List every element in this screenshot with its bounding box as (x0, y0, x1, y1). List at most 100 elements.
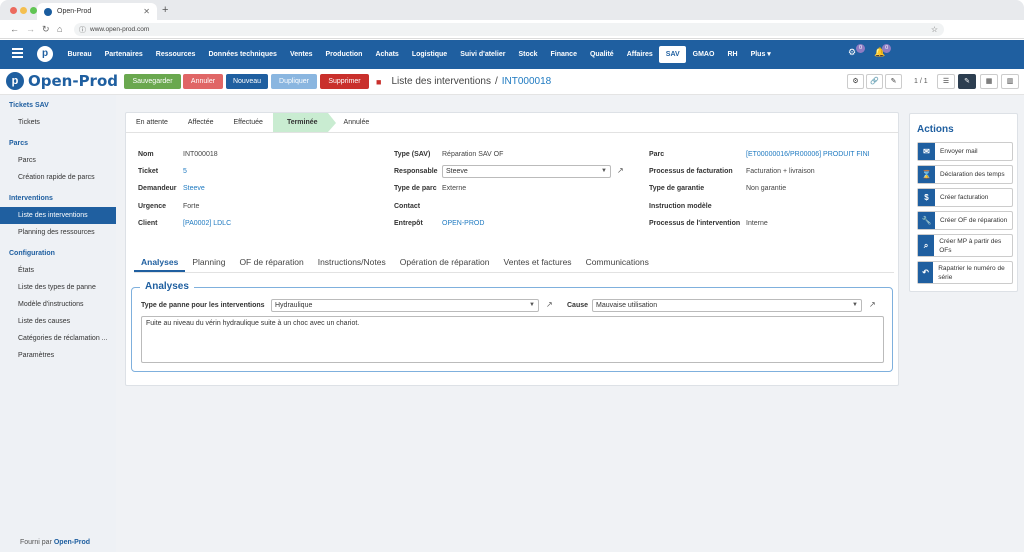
sidebar-item-etats[interactable]: États (0, 262, 116, 279)
tab-analyses[interactable]: Analyses (134, 253, 186, 272)
pdf-icon[interactable]: ■ (376, 77, 381, 87)
notification-bell-icon[interactable]: 🔔 0 (874, 44, 892, 58)
menu-item-logistique[interactable]: Logistique (405, 46, 453, 63)
status-stage-en-attente[interactable]: En attente (126, 113, 178, 132)
delete-button[interactable]: Supprimer (320, 74, 369, 89)
tab-operation-de-reparation[interactable]: Opération de réparation (393, 253, 497, 272)
sidebar-item-liste-des-types-de-panne[interactable]: Liste des types de panne (0, 279, 116, 296)
menu-item-stock[interactable]: Stock (512, 46, 544, 63)
tab-instructions-notes[interactable]: Instructions/Notes (311, 253, 393, 272)
close-tab-icon[interactable]: ✕ (143, 7, 150, 16)
field-value-parc[interactable]: [ET00000016/PR00006] PRODUIT FINI (746, 151, 870, 158)
sidebar-item-creation-rapide-de-parcs[interactable]: Création rapide de parcs (0, 169, 116, 186)
menu-item-partenaires[interactable]: Partenaires (98, 46, 149, 63)
panne-type-select[interactable]: Hydraulique ▼ (271, 299, 539, 312)
sidebar-item-tickets[interactable]: Tickets (0, 114, 116, 131)
action-creer-mp-a-partir-des-ofs[interactable]: ⌕ Créer MP à partir des OFs (917, 234, 1013, 257)
menu-item-production[interactable]: Production (319, 46, 369, 63)
menu-item-bureau[interactable]: Bureau (61, 46, 98, 63)
company-logo: p Open-Prod (6, 72, 118, 90)
field-label-contact: Contact (394, 203, 421, 210)
magic-wand-icon[interactable]: ✎ (885, 74, 902, 89)
external-link-icon[interactable]: ↗ (617, 166, 624, 175)
field-value-client[interactable]: [PA0002] LDLC (183, 220, 231, 227)
menu-item-ressources[interactable]: Ressources (149, 46, 202, 63)
home-icon[interactable]: ⌂ (57, 24, 62, 34)
status-stage-affectee[interactable]: Affectée (178, 113, 224, 132)
back-icon[interactable]: ← (10, 24, 19, 34)
action-declaration-des-temps[interactable]: ⌛ Déclaration des temps (917, 165, 1013, 184)
menu-item-suivi-d-atelier[interactable]: Suivi d'atelier (454, 46, 512, 63)
hamburger-menu-icon[interactable] (12, 48, 23, 58)
menu-item-ventes[interactable]: Ventes (283, 46, 319, 63)
sidebar-item-liste-des-interventions[interactable]: Liste des interventions (0, 207, 116, 224)
menu-item-rh[interactable]: RH (721, 46, 744, 63)
form-view-icon[interactable]: ✎ (958, 74, 976, 89)
minimize-window-dot[interactable] (20, 7, 27, 14)
cause-value: Mauvaise utilisation (596, 302, 658, 309)
field-label-entrepot: Entrepôt (394, 220, 423, 227)
attachment-icon[interactable]: 🔗 (866, 74, 883, 89)
menu-item-sav[interactable]: SAV (659, 46, 687, 63)
tab-planning[interactable]: Planning (185, 253, 232, 272)
forward-icon[interactable]: → (26, 24, 35, 34)
action-label: Créer OF de réparation (940, 217, 1008, 224)
tab-of-de-reparation[interactable]: OF de réparation (232, 253, 310, 272)
site-info-icon[interactable]: ⓘ (79, 25, 86, 35)
app-logo-icon[interactable]: p (37, 46, 53, 62)
save-button[interactable]: Sauvegarder (124, 74, 181, 89)
sidebar-item-parcs[interactable]: Parcs (0, 152, 116, 169)
reload-icon[interactable]: ↻ (42, 24, 50, 35)
external-link-icon[interactable]: ↗ (546, 300, 553, 309)
tab-communications[interactable]: Communications (579, 253, 656, 272)
field-value-entrepot[interactable]: OPEN-PROD (442, 220, 484, 227)
external-link-icon[interactable]: ↗ (869, 300, 876, 309)
action-rapatrier-le-numero-de-serie[interactable]: ↶ Rapatrier le numéro de série (917, 261, 1013, 284)
menu-item-finance[interactable]: Finance (544, 46, 583, 63)
new-tab-icon[interactable]: + (162, 4, 168, 16)
field-label-type-sav: Type (SAV) (394, 151, 431, 158)
close-window-dot[interactable] (10, 7, 17, 14)
cause-select[interactable]: Mauvaise utilisation ▼ (592, 299, 862, 312)
calendar-view-icon[interactable]: ▦ (980, 74, 998, 89)
field-value-demandeur[interactable]: Steeve (183, 185, 205, 192)
breadcrumb-parent[interactable]: Liste des interventions (391, 76, 491, 87)
new-button[interactable]: Nouveau (226, 74, 268, 89)
maximize-window-dot[interactable] (30, 7, 37, 14)
menu-item-donnees-techniques[interactable]: Données techniques (202, 46, 283, 63)
browser-tab[interactable]: Open-Prod ✕ (37, 3, 157, 20)
activity-icon[interactable]: ⚙ 0 (848, 44, 866, 58)
action-creer-facturation[interactable]: $ Créer facturation (917, 188, 1013, 207)
menu-item-qualite[interactable]: Qualité (583, 46, 620, 63)
action-creer-of-de-reparation[interactable]: 🔧 Créer OF de réparation (917, 211, 1013, 230)
menu-item-affaires[interactable]: Affaires (620, 46, 659, 63)
settings-gear-icon[interactable]: ⚙ (847, 74, 864, 89)
action-label: Créer MP à partir des OFs (939, 237, 1002, 254)
pager-value[interactable]: 1 / 1 (914, 78, 928, 85)
menu-item-gmao[interactable]: GMAO (686, 46, 721, 63)
field-value-processus-de-l-intervention: Interne (746, 220, 768, 227)
tab-ventes-et-factures[interactable]: Ventes et factures (497, 253, 579, 272)
sidebar-item-planning-des-ressources[interactable]: Planning des ressources (0, 224, 116, 241)
action-envoyer-mail[interactable]: ✉ Envoyer mail (917, 142, 1013, 161)
duplicate-button[interactable]: Dupliquer (271, 74, 317, 89)
search-icon: ⌕ (918, 235, 935, 256)
responsable-select[interactable]: Steeve ▼ (442, 165, 611, 178)
list-view-icon[interactable]: ☰ (937, 74, 955, 89)
sidebar-item-liste-des-causes[interactable]: Liste des causes (0, 313, 116, 330)
sidebar-item-modele-d-instructions[interactable]: Modèle d'instructions (0, 296, 116, 313)
url-input[interactable]: ⓘ www.open-prod.com ☆ (74, 23, 944, 36)
menu-item-plus[interactable]: Plus ▾ (744, 46, 777, 63)
status-stage-annulee[interactable]: Annulée (328, 113, 380, 132)
menu-item-achats[interactable]: Achats (369, 46, 405, 63)
status-stage-effectuee[interactable]: Effectuée (223, 113, 272, 132)
sidebar-item-categories-de-reclamation[interactable]: Catégories de réclamation ... (0, 330, 116, 347)
field-value-ticket[interactable]: 5 (183, 168, 187, 175)
footer-brand-link[interactable]: Open-Prod (54, 539, 90, 546)
sidebar-item-parametres[interactable]: Paramètres (0, 347, 116, 364)
kanban-view-icon[interactable]: ▥ (1001, 74, 1019, 89)
status-stage-terminee[interactable]: Terminée (272, 113, 336, 132)
cancel-button[interactable]: Annuler (183, 74, 223, 89)
bookmark-star-icon[interactable]: ☆ (931, 25, 938, 34)
analysis-note-textarea[interactable]: Fuite au niveau du vérin hydraulique sui… (141, 316, 884, 363)
